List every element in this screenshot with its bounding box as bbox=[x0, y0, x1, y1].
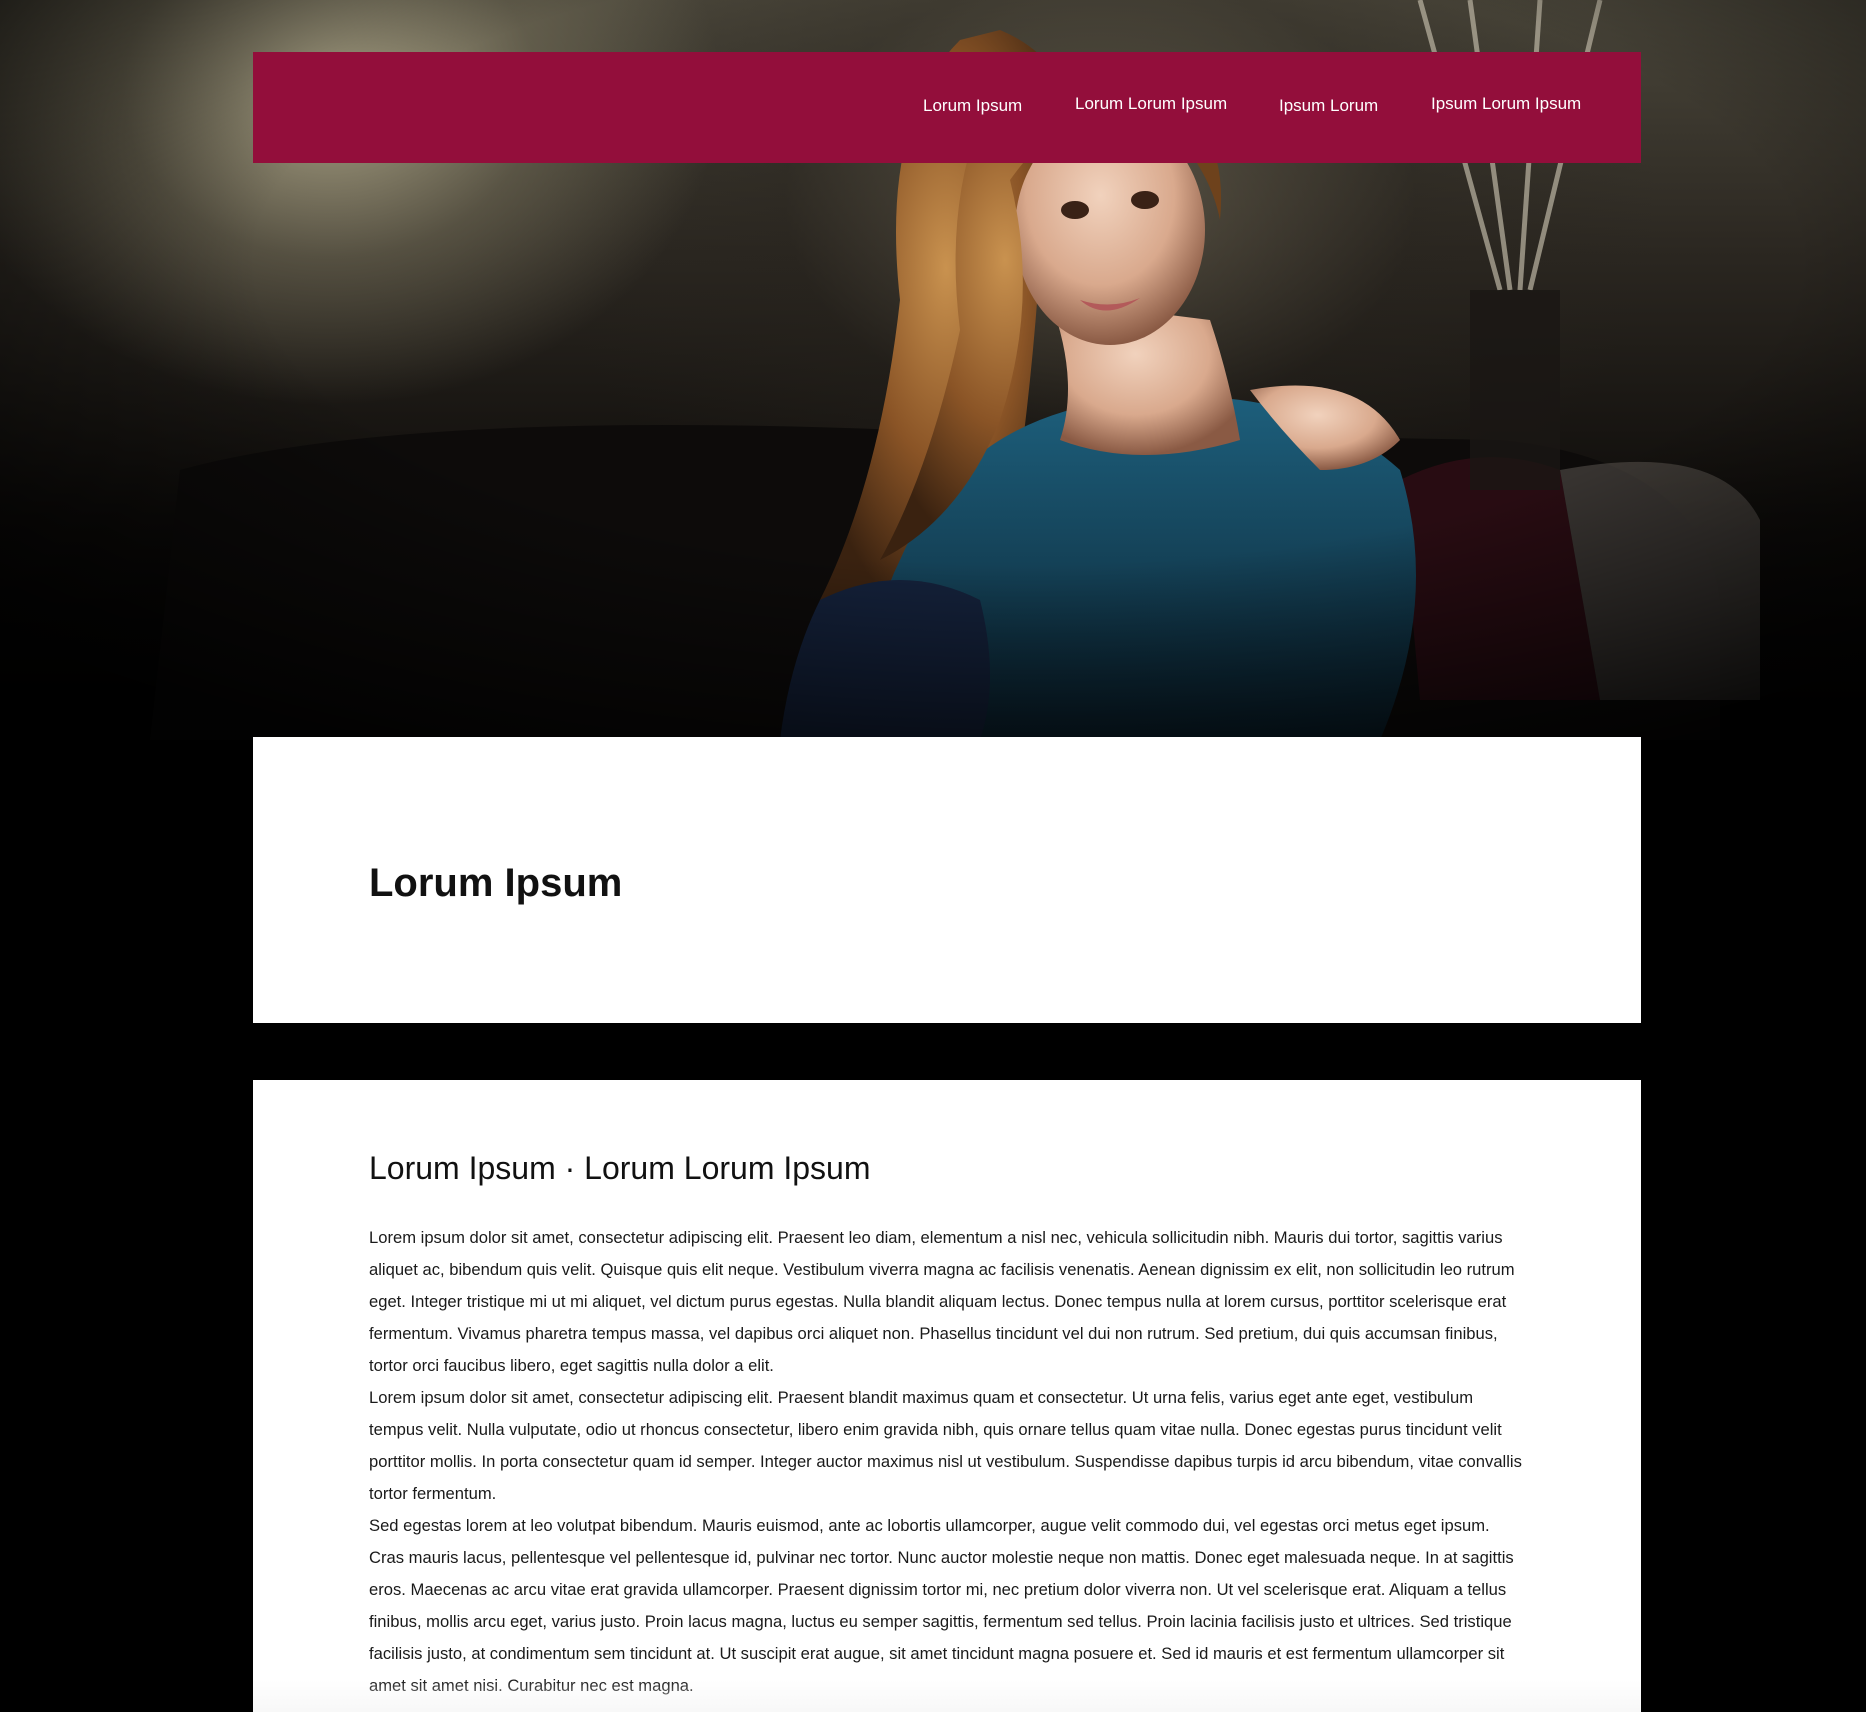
page: Lorum Ipsum Lorum Lorum Ipsum Ipsum Loru… bbox=[0, 0, 1866, 1712]
page-title: Lorum Ipsum bbox=[369, 861, 623, 905]
paragraph: Lorem ipsum dolor sit amet, consectetur … bbox=[369, 1388, 1522, 1503]
nav-item-lorum-ipsum[interactable]: Lorum Ipsum bbox=[923, 96, 1022, 116]
nav-item-lorum-lorum-ipsum[interactable]: Lorum Lorum Ipsum bbox=[1075, 94, 1227, 114]
nav-item-ipsum-lorum[interactable]: Ipsum Lorum bbox=[1279, 96, 1378, 116]
content-panel: Lorum Ipsum · Lorum Lorum Ipsum Lorem ip… bbox=[253, 1080, 1641, 1712]
paragraph: Lorem ipsum dolor sit amet, consectetur … bbox=[369, 1228, 1515, 1375]
nav-item-ipsum-lorum-ipsum[interactable]: Ipsum Lorum Ipsum bbox=[1431, 94, 1581, 114]
title-panel: Lorum Ipsum bbox=[253, 737, 1641, 1023]
paragraph: Sed egestas lorem at leo volutpat bibend… bbox=[369, 1516, 1514, 1695]
article-body: Lorem ipsum dolor sit amet, consectetur … bbox=[369, 1222, 1529, 1702]
section-heading: Lorum Ipsum · Lorum Lorum Ipsum bbox=[369, 1150, 871, 1186]
top-navigation-bar: Lorum Ipsum Lorum Lorum Ipsum Ipsum Loru… bbox=[253, 52, 1641, 163]
scroll-fade bbox=[253, 1680, 1641, 1712]
